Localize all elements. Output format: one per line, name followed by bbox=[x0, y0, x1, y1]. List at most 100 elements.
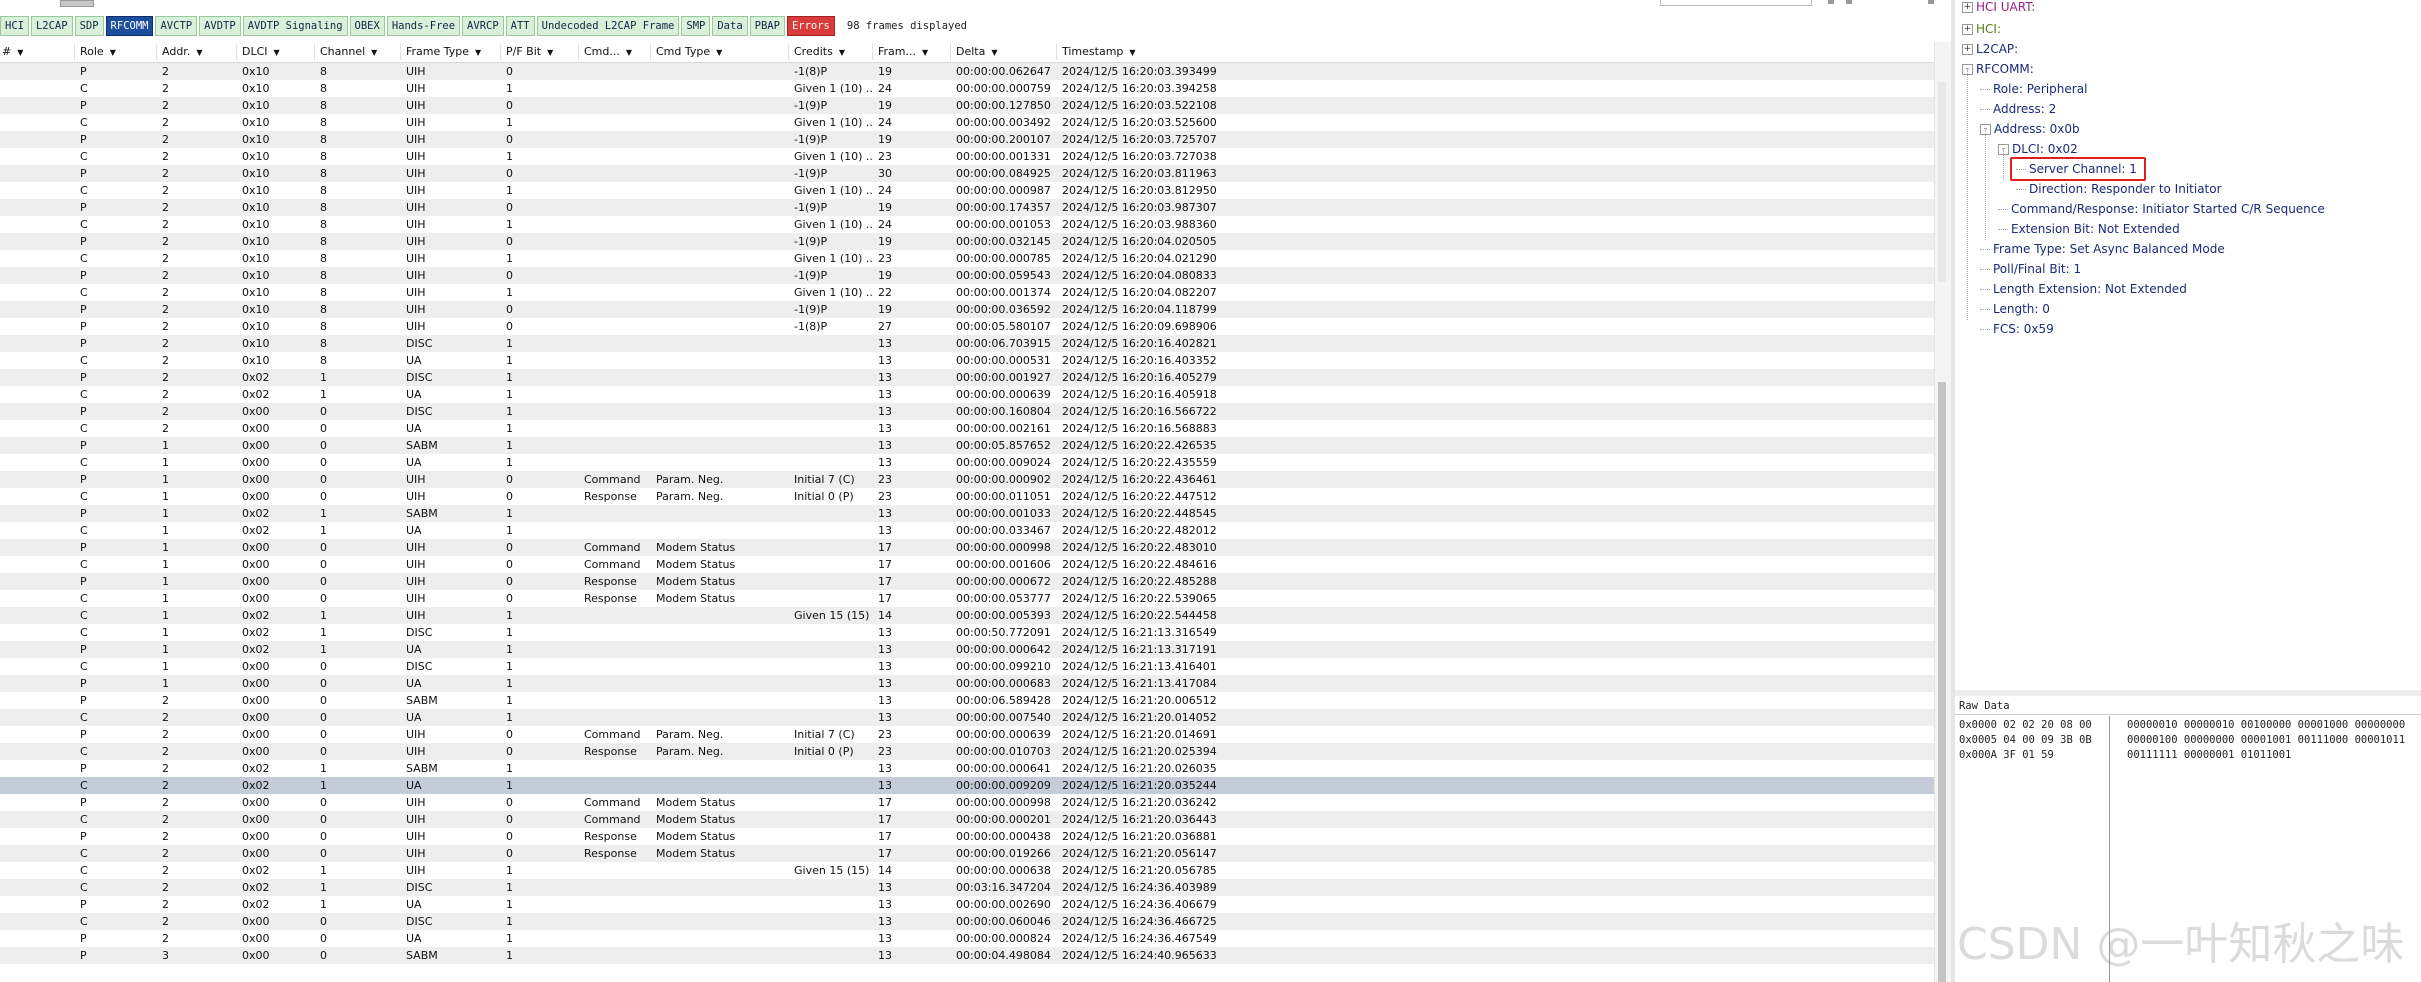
sort-dropdown-icon[interactable]: ▼ bbox=[17, 48, 23, 57]
column-header-timestamp[interactable]: Timestamp ▼ bbox=[1062, 42, 1136, 62]
column-header-cmd[interactable]: Cmd... ▼ bbox=[584, 42, 632, 62]
search-box-stub[interactable] bbox=[1660, 0, 1812, 6]
tree-node-address[interactable]: - Address: 0x0b bbox=[1980, 120, 2080, 138]
column-separator[interactable] bbox=[236, 44, 237, 60]
column-separator[interactable] bbox=[74, 44, 75, 60]
tree-node-command-response[interactable]: Command/Response: Initiator Started C/R … bbox=[1998, 200, 2325, 218]
table-row[interactable]: C 1 0x00 0 UA 1 13 00:00:00.009024 2024/12/5 16:… bbox=[0, 454, 1934, 471]
table-row[interactable]: C 2 0x00 0 UA 1 13 00:00:00.002161 2024/12/5 16:… bbox=[0, 420, 1934, 437]
table-row-selected[interactable]: C 2 0x02 1 UA 1 13 00:00:00.009209 2024/12/5 16:… bbox=[0, 777, 1934, 794]
table-row[interactable]: P 1 0x00 0 UA 1 13 00:00:00.000683 2024/12/5 16:… bbox=[0, 675, 1934, 692]
table-row[interactable]: C 2 0x10 8 UIH 1 Given 1 (10) ... 24 00:00:00.00… bbox=[0, 216, 1934, 233]
table-row[interactable]: C 1 0x02 1 UA 1 13 00:00:00.033467 2024/12/5 16:… bbox=[0, 522, 1934, 539]
column-header-number[interactable]: # ▼ bbox=[2, 42, 23, 62]
column-header-delta[interactable]: Delta ▼ bbox=[956, 42, 998, 62]
table-row[interactable]: P 2 0x02 1 DISC 1 13 00:00:00.001927 2024/12/5 1… bbox=[0, 369, 1934, 386]
expand-icon[interactable]: + bbox=[1962, 2, 1973, 13]
table-row[interactable]: C 2 0x10 8 UIH 1 Given 1 (10) ... 24 00:00:00.00… bbox=[0, 80, 1934, 97]
table-row[interactable]: C 2 0x00 0 UA 1 13 00:00:00.007540 2024/12/5 16:… bbox=[0, 709, 1934, 726]
table-row[interactable]: P 2 0x02 1 SABM 1 13 00:00:00.000641 2024/12/5 1… bbox=[0, 760, 1934, 777]
sort-dropdown-icon[interactable]: ▼ bbox=[110, 48, 116, 57]
sort-dropdown-icon[interactable]: ▼ bbox=[196, 48, 202, 57]
filter-tab-avdtp-signaling[interactable]: AVDTP Signaling bbox=[242, 16, 348, 36]
table-row[interactable]: P 2 0x10 8 DISC 1 13 00:00:06.703915 2024/12/5 1… bbox=[0, 335, 1934, 352]
table-row[interactable]: C 2 0x00 0 UIH 0 Response Modem Status 17 00:00:0… bbox=[0, 845, 1934, 862]
sort-dropdown-icon[interactable]: ▼ bbox=[839, 48, 845, 57]
sort-dropdown-icon[interactable]: ▼ bbox=[922, 48, 928, 57]
table-row[interactable]: C 2 0x10 8 UIH 1 Given 1 (10) ... 24 00:00:00.00… bbox=[0, 182, 1934, 199]
table-row[interactable]: C 2 0x10 8 UIH 1 Given 1 (10) ... 24 00:00:00.00… bbox=[0, 114, 1934, 131]
filter-tab-smp[interactable]: SMP bbox=[681, 16, 711, 36]
table-row[interactable]: P 2 0x00 0 DISC 1 13 00:00:00.160804 2024/12/5 1… bbox=[0, 403, 1934, 420]
table-scrollbar[interactable] bbox=[1934, 42, 1951, 982]
sort-dropdown-icon[interactable]: ▼ bbox=[716, 48, 722, 57]
column-header-role[interactable]: Role ▼ bbox=[80, 42, 116, 62]
expand-icon[interactable]: + bbox=[1962, 44, 1973, 55]
table-row[interactable]: P 2 0x10 8 UIH 0 -1(9)P 19 00:00:00.036592 2024/1… bbox=[0, 301, 1934, 318]
table-row[interactable]: C 2 0x00 0 UIH 0 Response Param. Neg. Initial 0 … bbox=[0, 743, 1934, 760]
table-row[interactable]: C 1 0x00 0 DISC 1 13 00:00:00.099210 2024/12/5 1… bbox=[0, 658, 1934, 675]
column-separator[interactable] bbox=[1056, 44, 1057, 60]
table-row[interactable]: P 1 0x00 0 UIH 0 Command Param. Neg. Initial 7 (… bbox=[0, 471, 1934, 488]
table-row[interactable]: C 1 0x00 0 UIH 0 Response Param. Neg. Initial 0 … bbox=[0, 488, 1934, 505]
filter-tab-avrcp[interactable]: AVRCP bbox=[462, 16, 504, 36]
table-row[interactable]: P 2 0x00 0 UA 1 13 00:00:00.000824 2024/12/5 16:… bbox=[0, 930, 1934, 947]
table-row[interactable]: P 2 0x00 0 SABM 1 13 00:00:06.589428 2024/12/5 1… bbox=[0, 692, 1934, 709]
sort-dropdown-icon[interactable]: ▼ bbox=[371, 48, 377, 57]
table-row[interactable]: C 1 0x00 0 UIH 0 Response Modem Status 17 00:00:0… bbox=[0, 590, 1934, 607]
filter-tab-rfcomm[interactable]: RFCOMM bbox=[105, 16, 154, 36]
table-row[interactable]: P 2 0x10 8 UIH 0 -1(9)P 19 00:00:00.059543 2024/1… bbox=[0, 267, 1934, 284]
tree-node-role[interactable]: Role: Peripheral bbox=[1980, 80, 2087, 98]
table-row[interactable]: P 3 0x00 0 SABM 1 13 00:00:04.498084 2024/12/5 1… bbox=[0, 947, 1934, 964]
tree-node-length-extension[interactable]: Length Extension: Not Extended bbox=[1980, 280, 2187, 298]
filter-tab-sdp[interactable]: SDP bbox=[74, 16, 104, 36]
toolbar-icon[interactable] bbox=[1828, 0, 1834, 4]
table-row[interactable]: P 1 0x00 0 SABM 1 13 00:00:05.857652 2024/12/5 1… bbox=[0, 437, 1934, 454]
scrollbar-thumb[interactable] bbox=[1938, 382, 1946, 982]
column-separator[interactable] bbox=[578, 44, 579, 60]
tree-node-l2cap[interactable]: + L2CAP: bbox=[1962, 40, 2018, 58]
sort-dropdown-icon[interactable]: ▼ bbox=[1129, 48, 1135, 57]
table-row[interactable]: C 2 0x10 8 UIH 1 Given 1 (10) ... 23 00:00:00.00… bbox=[0, 250, 1934, 267]
filter-tab-avctp[interactable]: AVCTP bbox=[155, 16, 198, 36]
column-separator[interactable] bbox=[156, 44, 157, 60]
table-row[interactable]: P 2 0x10 8 UIH 0 -1(9)P 19 00:00:00.200107 2024/1… bbox=[0, 131, 1934, 148]
column-separator[interactable] bbox=[650, 44, 651, 60]
table-row[interactable]: C 2 0x10 8 UIH 1 Given 1 (10) ... 22 00:00:00.00… bbox=[0, 284, 1934, 301]
column-separator[interactable] bbox=[400, 44, 401, 60]
table-row[interactable]: C 2 0x10 8 UIH 1 Given 1 (10) ... 23 00:00:00.00… bbox=[0, 148, 1934, 165]
column-header-credits[interactable]: Credits ▼ bbox=[794, 42, 845, 62]
table-row[interactable]: P 1 0x02 1 SABM 1 13 00:00:00.001033 2024/12/5 1… bbox=[0, 505, 1934, 522]
filter-tab-errors[interactable]: Errors bbox=[786, 16, 835, 36]
tree-node-rfcomm[interactable]: - RFCOMM: bbox=[1962, 60, 2034, 78]
table-row[interactable]: C 2 0x02 1 UA 1 13 00:00:00.000639 2024/12/5 16:… bbox=[0, 386, 1934, 403]
tree-node-extension-bit[interactable]: Extension Bit: Not Extended bbox=[1998, 220, 2180, 238]
table-row[interactable]: P 2 0x10 8 UIH 0 -1(9)P 19 00:00:00.032145 2024/1… bbox=[0, 233, 1934, 250]
column-header-cmd-type[interactable]: Cmd Type ▼ bbox=[656, 42, 722, 62]
table-row[interactable]: C 2 0x00 0 UIH 0 Command Modem Status 17 00:00:00… bbox=[0, 811, 1934, 828]
toolbar-tab-stub[interactable] bbox=[60, 0, 94, 7]
tree-node-fcs[interactable]: FCS: 0x59 bbox=[1980, 320, 2054, 338]
column-header-addr[interactable]: Addr. ▼ bbox=[162, 42, 202, 62]
tree-node-poll-final-bit[interactable]: Poll/Final Bit: 1 bbox=[1980, 260, 2081, 278]
tree-node-address[interactable]: Address: 2 bbox=[1980, 100, 2056, 118]
filter-tab-l2cap[interactable]: L2CAP bbox=[30, 16, 73, 36]
column-separator[interactable] bbox=[500, 44, 501, 60]
table-row[interactable]: C 1 0x02 1 UIH 1 Given 15 (15) ... 14 00:00:00.0… bbox=[0, 607, 1934, 624]
filter-tab-pbap[interactable]: PBAP bbox=[749, 16, 785, 36]
table-row[interactable]: P 2 0x00 0 UIH 0 Command Modem Status 17 00:00:00… bbox=[0, 794, 1934, 811]
table-row[interactable]: P 2 0x10 8 UIH 0 -1(8)P 27 00:00:05.580107 2024/1… bbox=[0, 318, 1934, 335]
filter-tab-data[interactable]: Data bbox=[712, 16, 748, 36]
table-row[interactable]: C 2 0x00 0 DISC 1 13 00:00:00.060046 2024/12/5 1… bbox=[0, 913, 1934, 930]
filter-tab-obex[interactable]: OBEX bbox=[349, 16, 385, 36]
sort-dropdown-icon[interactable]: ▼ bbox=[475, 48, 481, 57]
tree-node-frame-type[interactable]: Frame Type: Set Async Balanced Mode bbox=[1980, 240, 2225, 258]
column-header-pf-bit[interactable]: P/F Bit ▼ bbox=[506, 42, 553, 62]
filter-tab-undecoded-l2cap-frame[interactable]: Undecoded L2CAP Frame bbox=[536, 16, 680, 36]
table-row[interactable]: P 2 0x10 8 UIH 0 -1(8)P 19 00:00:00.062647 2024/1… bbox=[0, 63, 1934, 80]
filter-tab-avdtp[interactable]: AVDTP bbox=[199, 16, 241, 36]
sort-dropdown-icon[interactable]: ▼ bbox=[274, 48, 280, 57]
column-header-dlci[interactable]: DLCI ▼ bbox=[242, 42, 280, 62]
column-header-channel[interactable]: Channel ▼ bbox=[320, 42, 377, 62]
filter-tab-hands-free[interactable]: Hands-Free bbox=[386, 16, 461, 36]
